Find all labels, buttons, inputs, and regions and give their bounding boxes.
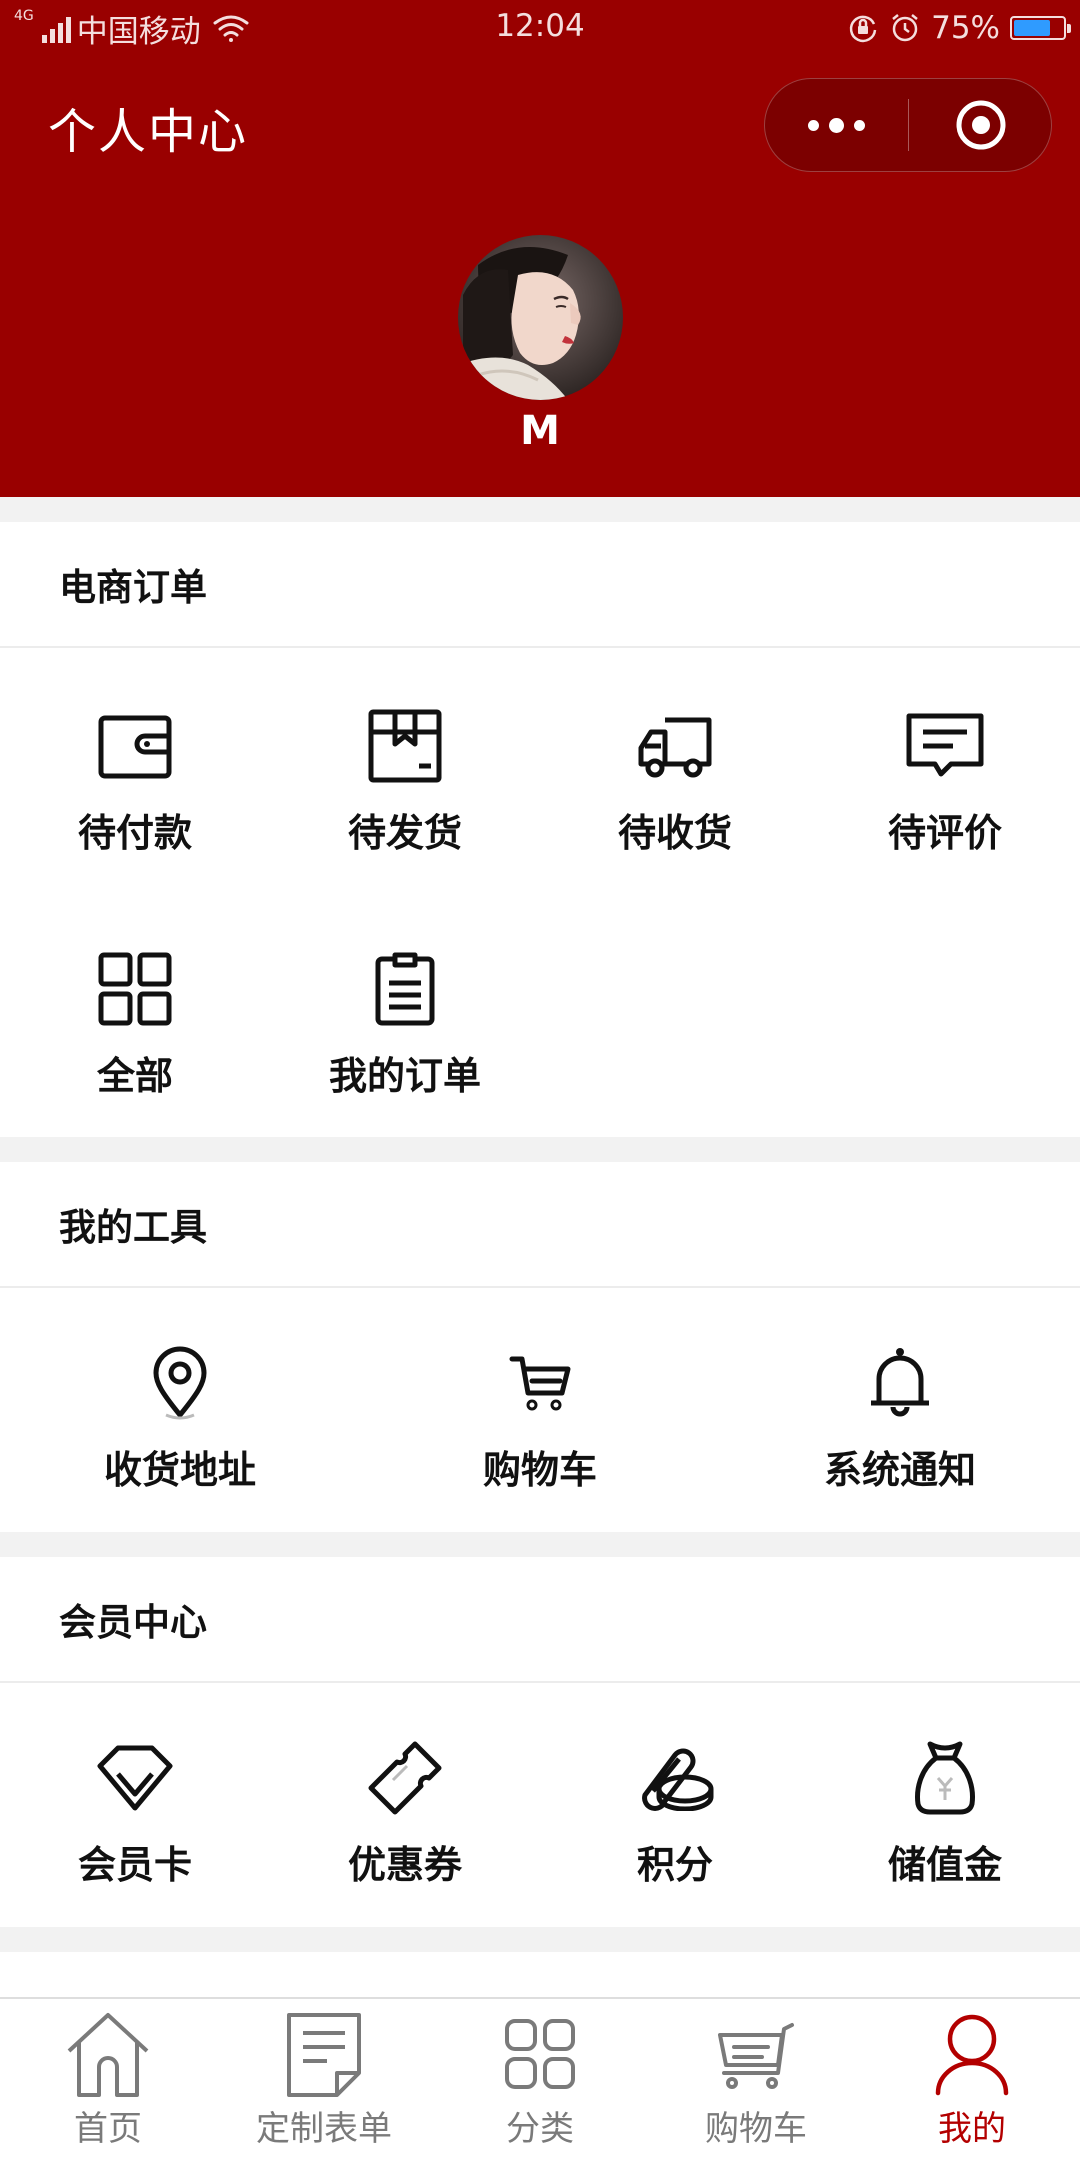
member-section-title: 会员中心 — [0, 1557, 1080, 1683]
member-card[interactable]: 会员卡 — [0, 1738, 270, 1889]
tab-label: 购物车 — [705, 2109, 807, 2149]
tool-system-notice[interactable]: 系统通知 — [720, 1343, 1080, 1494]
coins-icon — [635, 1738, 715, 1818]
next-section — [0, 1952, 1080, 1997]
tab-label: 分类 — [506, 2109, 574, 2149]
tab-label: 我的 — [938, 2109, 1006, 2149]
status-bar: 4G 中国移动 12:04 75% — [0, 0, 1080, 56]
form-document-icon — [278, 2009, 370, 2099]
member-item-label: 优惠券 — [347, 1843, 462, 1887]
order-item-label: 待付款 — [77, 811, 192, 855]
member-item-label: 储值金 — [887, 1843, 1002, 1887]
status-bar-right: 75% — [847, 8, 1071, 48]
mini-program-capsule — [764, 78, 1052, 172]
rotation-lock-icon — [847, 12, 879, 44]
package-box-icon — [365, 706, 445, 786]
order-pending-review[interactable]: 待评价 — [810, 706, 1080, 857]
tab-home[interactable]: 首页 — [0, 2009, 216, 2150]
comment-icon — [905, 706, 985, 786]
member-item-label: 积分 — [636, 1843, 713, 1887]
member-item-label: 会员卡 — [77, 1843, 192, 1887]
orders-section-title: 电商订单 — [0, 522, 1080, 648]
tab-label: 定制表单 — [256, 2109, 392, 2149]
order-pending-shipment[interactable]: 待发货 — [270, 706, 540, 857]
location-pin-icon — [140, 1343, 220, 1423]
tool-item-label: 购物车 — [482, 1448, 597, 1492]
order-item-label: 待收货 — [617, 811, 732, 855]
order-pending-receipt[interactable]: 待收货 — [540, 706, 810, 857]
tab-mine[interactable]: 我的 — [864, 2009, 1080, 2150]
order-all[interactable]: 全部 — [0, 949, 270, 1100]
shopping-cart-icon — [500, 1343, 580, 1423]
tab-category[interactable]: 分类 — [432, 2009, 648, 2150]
member-coupon[interactable]: 优惠券 — [270, 1738, 540, 1889]
order-item-label: 待发货 — [347, 811, 462, 855]
wallet-icon — [95, 706, 175, 786]
tool-shopping-cart[interactable]: 购物车 — [360, 1343, 720, 1494]
battery-percent: 75% — [931, 10, 1000, 46]
avatar[interactable] — [458, 235, 623, 400]
order-item-label: 全部 — [96, 1054, 173, 1098]
user-icon — [926, 2009, 1018, 2099]
tab-cart[interactable]: 购物车 — [648, 2009, 864, 2150]
tab-custom-form[interactable]: 定制表单 — [216, 2009, 432, 2150]
profile-header: 4G 中国移动 12:04 75% 个人中心 M — [0, 0, 1080, 497]
member-points[interactable]: 积分 — [540, 1738, 810, 1889]
page-title: 个人中心 — [48, 104, 249, 160]
username: M — [520, 408, 560, 454]
order-pending-payment[interactable]: 待付款 — [0, 706, 270, 857]
tools-section-title: 我的工具 — [0, 1162, 1080, 1288]
grid-icon — [95, 949, 175, 1029]
battery-icon — [1010, 16, 1071, 40]
tool-shipping-address[interactable]: 收货地址 — [0, 1343, 360, 1494]
orders-section: 电商订单 待付款 待发货 待收货 待评价 全部 我的订单 — [0, 522, 1080, 1137]
tools-section: 我的工具 收货地址 购物车 系统通知 — [0, 1162, 1080, 1532]
cart-icon — [710, 2009, 802, 2099]
diamond-icon — [95, 1738, 175, 1818]
alarm-icon — [889, 12, 921, 44]
more-dots-icon[interactable] — [765, 79, 908, 171]
bottom-tab-bar: 首页 定制表单 分类 购物车 我的 — [0, 1997, 1080, 2160]
money-bag-icon — [905, 1738, 985, 1818]
tool-item-label: 系统通知 — [823, 1448, 976, 1492]
member-stored-value[interactable]: 储值金 — [810, 1738, 1080, 1889]
tab-label: 首页 — [74, 2109, 142, 2149]
tool-item-label: 收货地址 — [103, 1448, 256, 1492]
order-item-label: 待评价 — [887, 811, 1002, 855]
member-section: 会员中心 会员卡 优惠券 积分 储值金 — [0, 1557, 1080, 1927]
target-circle-icon[interactable] — [909, 79, 1052, 171]
delivery-truck-icon — [635, 706, 715, 786]
bell-icon — [860, 1343, 940, 1423]
coupon-ticket-icon — [365, 1738, 445, 1818]
order-item-label: 我的订单 — [328, 1054, 481, 1098]
home-icon — [62, 2009, 154, 2099]
category-grid-icon — [494, 2009, 586, 2099]
order-my-orders[interactable]: 我的订单 — [270, 949, 540, 1100]
clipboard-list-icon — [365, 949, 445, 1029]
